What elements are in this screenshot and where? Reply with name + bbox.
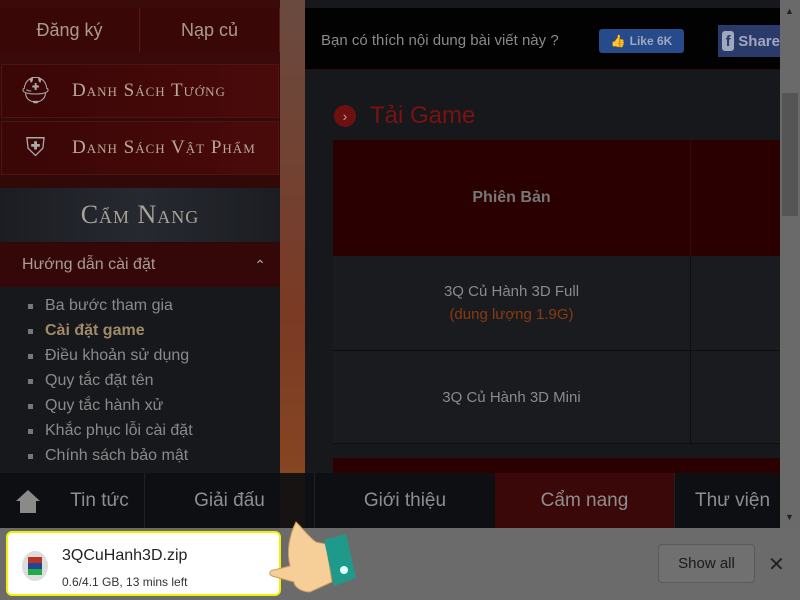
- nav-guide[interactable]: Cẩm nang: [495, 473, 675, 528]
- thumbs-up-icon: 👍: [610, 34, 626, 48]
- download-status: 0.6/4.1 GB, 13 mins left: [62, 575, 188, 589]
- scroll-down-icon[interactable]: ▼: [785, 512, 794, 522]
- menu-item[interactable]: Quy tắc đặt tên: [28, 372, 154, 390]
- topup-button[interactable]: Nạp củ: [140, 8, 280, 52]
- version-name: 3Q Củ Hành 3D Full: [443, 283, 580, 300]
- version-name: 3Q Củ Hành 3D Mini: [442, 388, 581, 406]
- nav-news[interactable]: Tin tức: [55, 473, 145, 528]
- download-section-title: › Tải Game: [334, 102, 475, 130]
- chevron-up-icon[interactable]: ⌃: [254, 257, 266, 274]
- facebook-icon: f: [722, 31, 735, 51]
- scrollbar[interactable]: ▲ ▼: [780, 0, 800, 528]
- menu-item[interactable]: Điều khoản sử dụng: [28, 347, 189, 365]
- close-icon[interactable]: ✕: [768, 552, 785, 577]
- page-background: [280, 0, 305, 528]
- account-row: Đăng ký Nạp củ: [0, 8, 280, 52]
- pointing-hand-icon: [269, 521, 356, 593]
- share-button[interactable]: f Share: [718, 25, 780, 57]
- heroes-list-label: Danh Sách Tướng: [72, 80, 226, 101]
- menu-item-active[interactable]: Cài đặt game: [28, 322, 145, 340]
- install-guide-section[interactable]: Hướng dẫn cài đặt ⌃: [0, 243, 280, 287]
- bottom-nav: Tin tức Giải đấu Giới thiệu Cẩm nang Thư…: [0, 473, 780, 528]
- section-label: Hướng dẫn cài đặt: [22, 256, 156, 273]
- armor-icon: ⛨: [25, 132, 47, 162]
- nav-library[interactable]: Thư viện: [675, 473, 780, 528]
- like-question: Bạn có thích nội dung bài viết này ?: [321, 32, 559, 49]
- chevron-right-icon: ›: [334, 105, 356, 127]
- download-bar: 3QCuHanh3D.zip 0.6/4.1 GB, 13 mins left …: [0, 528, 800, 600]
- guide-heading: Cẩm Nang: [0, 188, 280, 242]
- table-header: Phiên Bản: [333, 140, 691, 256]
- menu-item[interactable]: Quy tắc hành xử: [28, 397, 163, 415]
- items-list-label: Danh Sách Vật Phẩm: [72, 137, 256, 158]
- like-bar: Bạn có thích nội dung bài viết này ? 👍 Li…: [305, 8, 780, 70]
- table-row: 3Q Củ Hành 3D Mini: [333, 351, 780, 444]
- register-button[interactable]: Đăng ký: [0, 8, 140, 52]
- home-icon[interactable]: [0, 473, 55, 528]
- scroll-up-icon[interactable]: ▲: [785, 6, 794, 16]
- menu-item[interactable]: Khắc phục lỗi cài đặt: [28, 422, 193, 440]
- table-row: 3Q Củ Hành 3D Full (dung lượng 1.9G): [333, 256, 780, 351]
- download-filename: 3QCuHanh3D.zip: [62, 547, 188, 564]
- items-list-button[interactable]: ⛨ Danh Sách Vật Phẩm: [1, 121, 279, 175]
- heroes-list-button[interactable]: ⛑ Danh Sách Tướng: [1, 64, 279, 118]
- version-size: (dung lượng 1.9G): [449, 306, 574, 323]
- show-all-button[interactable]: Show all: [658, 544, 755, 583]
- scrollbar-thumb[interactable]: [782, 93, 798, 216]
- helmet-icon: ⛑: [18, 76, 53, 105]
- menu-item[interactable]: Ba bước tham gia: [28, 297, 173, 315]
- section-title: Tải Game: [370, 102, 476, 129]
- download-item[interactable]: 3QCuHanh3D.zip 0.6/4.1 GB, 13 mins left: [6, 531, 281, 596]
- menu-item[interactable]: Chính sách bảo mật: [28, 447, 188, 465]
- share-label: Share: [738, 32, 780, 50]
- like-label: Like 6K: [629, 34, 673, 48]
- versions-table: Phiên Bản 3Q Củ Hành 3D Full (dung lượng …: [333, 140, 780, 444]
- like-button[interactable]: 👍 Like 6K: [599, 29, 684, 53]
- archive-file-icon: [22, 551, 48, 581]
